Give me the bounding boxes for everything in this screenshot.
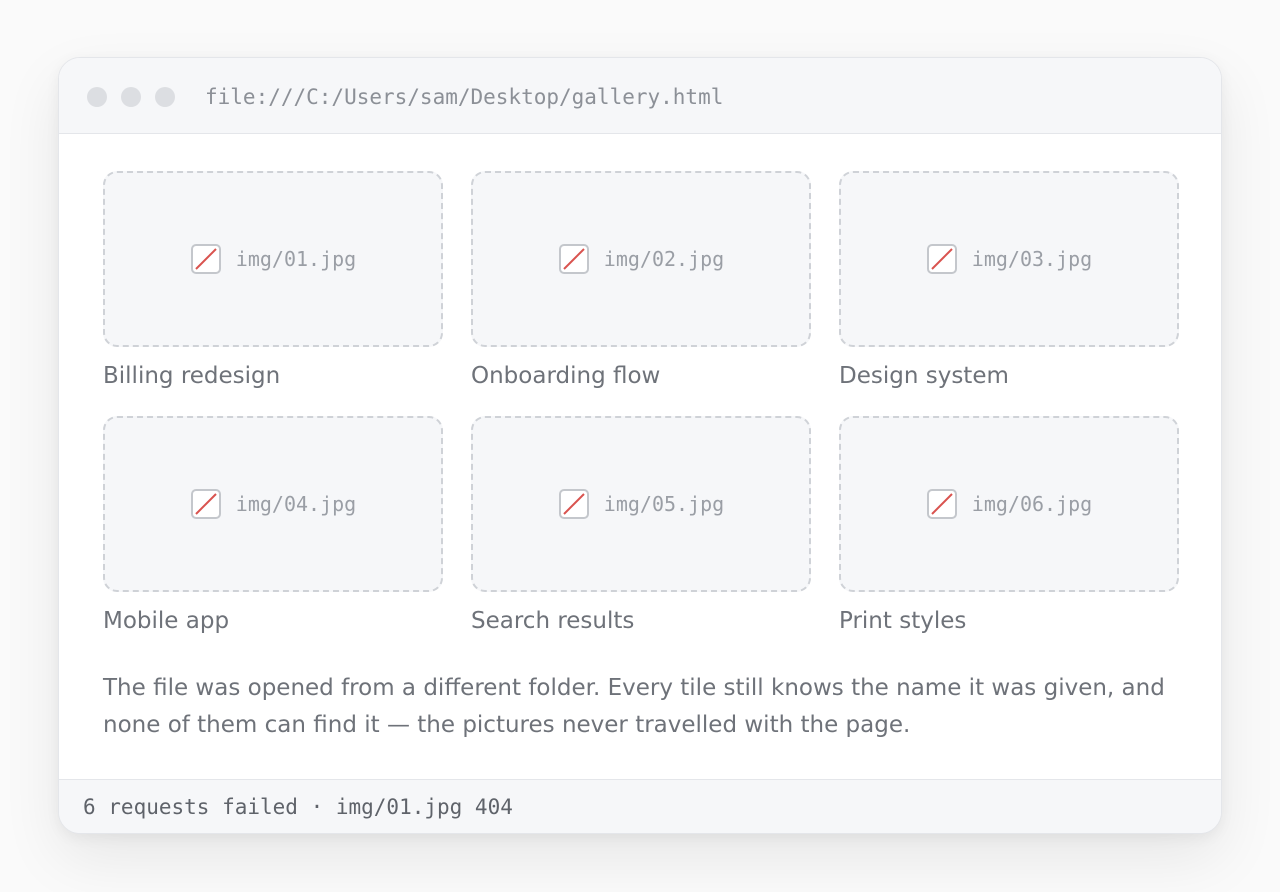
image-filename: img/02.jpg — [603, 247, 725, 271]
tile-caption: Search results — [471, 608, 635, 634]
status-message: 6 requests failed · img/01.jpg 404 — [83, 795, 513, 819]
browser-window: file:///C:/Users/sam/Desktop/gallery.htm… — [58, 57, 1222, 834]
gallery-grid: img/01.jpg Billing redesign img/02.jpg O… — [103, 171, 1179, 637]
gallery-tile[interactable]: img/01.jpg Billing redesign — [103, 171, 443, 392]
image-filename: img/03.jpg — [971, 247, 1093, 271]
tile-caption: Print styles — [839, 608, 967, 634]
image-placeholder[interactable]: img/04.jpg — [103, 416, 443, 592]
close-dot[interactable] — [87, 87, 107, 107]
tile-caption: Design system — [839, 363, 1009, 389]
tile-caption: Onboarding flow — [471, 363, 661, 389]
broken-image-icon — [558, 244, 589, 274]
image-placeholder[interactable]: img/06.jpg — [839, 416, 1179, 592]
explanation-text: The file was opened from a different fol… — [103, 675, 1165, 738]
tile-caption: Mobile app — [103, 608, 230, 634]
image-placeholder[interactable]: img/02.jpg — [471, 171, 811, 347]
gallery-tile[interactable]: img/03.jpg Design system — [839, 171, 1179, 392]
status-bar: 6 requests failed · img/01.jpg 404 — [59, 779, 1221, 833]
broken-image-icon — [926, 489, 957, 519]
image-filename: img/04.jpg — [235, 492, 357, 516]
image-filename: img/05.jpg — [603, 492, 725, 516]
image-placeholder[interactable]: img/03.jpg — [839, 171, 1179, 347]
minimize-dot[interactable] — [121, 87, 141, 107]
title-bar: file:///C:/Users/sam/Desktop/gallery.htm… — [59, 58, 1221, 134]
maximize-dot[interactable] — [155, 87, 175, 107]
broken-image-icon — [926, 244, 957, 274]
tile-caption: Billing redesign — [103, 363, 281, 389]
broken-image-icon — [190, 244, 221, 274]
gallery-tile[interactable]: img/05.jpg Search results — [471, 416, 811, 637]
broken-image-icon — [190, 489, 221, 519]
address-bar[interactable]: file:///C:/Users/sam/Desktop/gallery.htm… — [205, 82, 723, 112]
image-filename: img/01.jpg — [235, 247, 357, 271]
image-filename: img/06.jpg — [971, 492, 1093, 516]
gallery-tile[interactable]: img/02.jpg Onboarding flow — [471, 171, 811, 392]
gallery-tile[interactable]: img/06.jpg Print styles — [839, 416, 1179, 637]
broken-image-icon — [558, 489, 589, 519]
image-placeholder[interactable]: img/01.jpg — [103, 171, 443, 347]
image-placeholder[interactable]: img/05.jpg — [471, 416, 811, 592]
gallery-tile[interactable]: img/04.jpg Mobile app — [103, 416, 443, 637]
